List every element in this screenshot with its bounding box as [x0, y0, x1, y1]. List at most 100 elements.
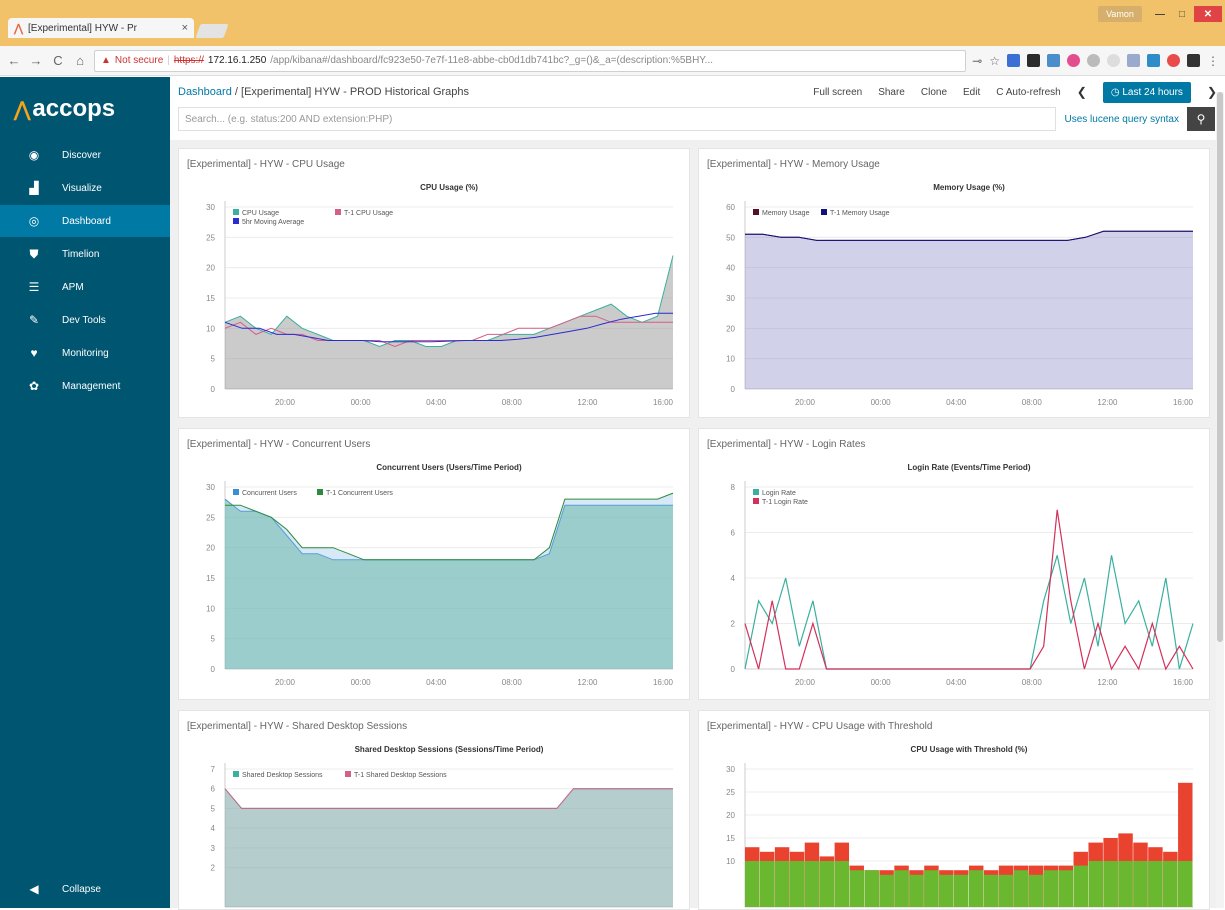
y-tick-label: 15: [206, 294, 215, 303]
search-input[interactable]: Search... (e.g. status:200 AND extension…: [178, 107, 1057, 131]
x-tick-label: 20:00: [275, 678, 296, 687]
bar: [894, 870, 909, 907]
close-window-icon[interactable]: ✕: [1194, 6, 1222, 22]
x-tick-label: 20:00: [795, 678, 816, 687]
bar: [909, 874, 924, 907]
panel-title: [Experimental] - HYW - Shared Desktop Se…: [187, 721, 408, 732]
sidebar-item-label: Visualize: [62, 182, 102, 194]
sidebar-item-monitoring[interactable]: ♥ Monitoring: [0, 337, 170, 369]
sidebar-item-dev-tools[interactable]: ✎ Dev Tools: [0, 304, 170, 336]
extension-icon[interactable]: [1127, 54, 1140, 67]
menu-full-screen[interactable]: Full screen: [813, 87, 862, 98]
legend-swatch: [821, 209, 827, 215]
query-bar: Search... (e.g. status:200 AND extension…: [178, 107, 1215, 131]
menu-clone[interactable]: Clone: [921, 87, 947, 98]
y-tick-label: 20: [206, 544, 215, 553]
chart-title: Login Rate (Events/Time Period): [908, 463, 1031, 472]
extension-icon[interactable]: [1067, 54, 1080, 67]
dashboard-top-bar: Dashboard / [Experimental] HYW - PROD Hi…: [170, 77, 1225, 107]
extension-icon[interactable]: [1147, 54, 1160, 67]
reload-icon[interactable]: C: [50, 53, 66, 68]
y-tick-label: 3: [211, 844, 216, 853]
lucene-syntax-link[interactable]: Uses lucene query syntax: [1064, 114, 1179, 125]
extension-icon[interactable]: [1007, 54, 1020, 67]
brand-logo[interactable]: ⋀accops: [14, 95, 115, 123]
sidebar-item-timelion[interactable]: ⛊ Timelion: [0, 238, 170, 270]
tab-close-icon[interactable]: ×: [182, 22, 188, 34]
extension-icon[interactable]: [1167, 54, 1180, 67]
legend-label: Login Rate: [762, 490, 796, 497]
menu-auto-refresh[interactable]: C Auto-refresh: [996, 87, 1061, 98]
sidebar-item-label: Collapse: [62, 883, 101, 895]
bar: [819, 861, 835, 907]
panel-title: [Experimental] - HYW - Login Rates: [707, 439, 866, 450]
bar: [879, 874, 894, 907]
y-tick-label: 0: [211, 665, 216, 674]
new-tab-button[interactable]: [195, 24, 229, 38]
panel-cpu-threshold: [Experimental] - HYW - CPU Usage with Th…: [698, 710, 1210, 910]
bar: [969, 870, 984, 907]
x-tick-label: 12:00: [577, 398, 598, 407]
sidebar-item-apm[interactable]: ☰ APM: [0, 271, 170, 303]
time-picker-button[interactable]: ◷ Last 24 hours: [1102, 81, 1191, 103]
y-tick-label: 30: [726, 765, 735, 774]
sidebar-item-visualize[interactable]: ▟ Visualize: [0, 172, 170, 204]
breadcrumb: Dashboard / [Experimental] HYW - PROD Hi…: [178, 86, 469, 98]
x-tick-label: 08:00: [1022, 398, 1043, 407]
menu-share[interactable]: Share: [878, 87, 905, 98]
menu-edit[interactable]: Edit: [963, 87, 980, 98]
extension-icon[interactable]: [1107, 54, 1120, 67]
forward-icon[interactable]: →: [28, 53, 44, 68]
panel-title: [Experimental] - HYW - Concurrent Users: [187, 439, 371, 450]
minimize-icon[interactable]: —: [1150, 6, 1170, 22]
x-tick-label: 08:00: [502, 678, 523, 687]
series-line: [744, 555, 1194, 670]
sidebar-item-dashboard[interactable]: ◎ Dashboard: [0, 205, 170, 237]
window-user-badge[interactable]: Vamon: [1098, 6, 1142, 22]
breadcrumb-dashboard-link[interactable]: Dashboard: [178, 86, 232, 98]
x-tick-label: 12:00: [577, 678, 598, 687]
y-tick-label: 4: [211, 824, 216, 833]
legend-label: Shared Desktop Sessions: [242, 772, 323, 779]
legend-swatch: [233, 218, 239, 224]
sidebar-collapse[interactable]: ◀ Collapse: [0, 873, 170, 905]
dashboard-grid: [Experimental] - HYW - CPU Usage CPU Usa…: [170, 140, 1218, 910]
shield-icon: ⛊: [29, 246, 39, 261]
dashboard-icon: ◎: [28, 214, 40, 228]
browser-tab[interactable]: ⋀ [Experimental] HYW - Pr ×: [8, 18, 194, 38]
back-icon[interactable]: ←: [6, 53, 22, 68]
y-tick-label: 60: [726, 203, 735, 212]
sidebar-item-discover[interactable]: ◉ Discover: [0, 139, 170, 171]
panel-shared-desktop-sessions: [Experimental] - HYW - Shared Desktop Se…: [178, 710, 690, 910]
maximize-icon[interactable]: □: [1172, 6, 1192, 22]
chart-title: CPU Usage with Threshold (%): [911, 745, 1028, 754]
x-tick-label: 04:00: [946, 678, 967, 687]
compass-icon: ◉: [28, 148, 40, 162]
security-status: Not secure: [114, 55, 164, 66]
tab-title: [Experimental] HYW - Pr: [28, 22, 137, 34]
search-icon[interactable]: ⚲: [1187, 107, 1215, 131]
chart-title: CPU Usage (%): [420, 183, 478, 192]
y-tick-label: 6: [731, 529, 736, 538]
y-tick-label: 15: [206, 574, 215, 583]
browser-menu-icon[interactable]: ⋮: [1207, 54, 1219, 68]
legend-swatch: [233, 489, 239, 495]
key-icon[interactable]: ⊸: [972, 54, 982, 68]
sidebar-item-label: Dev Tools: [62, 314, 106, 326]
scrollbar-thumb[interactable]: [1217, 92, 1223, 642]
shared-sessions-chart: Shared Desktop Sessions (Sessions/Time P…: [211, 745, 673, 908]
series-area: [225, 493, 673, 669]
panel-concurrent-users: [Experimental] - HYW - Concurrent Users …: [178, 428, 690, 700]
sidebar-item-management[interactable]: ✿ Management: [0, 370, 170, 402]
bookmark-star-icon[interactable]: ☆: [989, 54, 1000, 68]
apm-icon: ☰: [28, 280, 40, 294]
url-input[interactable]: ▲ Not secure | https://172.16.1.250/app/…: [94, 49, 967, 72]
extension-icon[interactable]: [1087, 54, 1100, 67]
extension-icon[interactable]: [1027, 54, 1040, 67]
home-icon[interactable]: ⌂: [72, 53, 88, 68]
series-line: [744, 509, 1194, 671]
time-prev-icon[interactable]: ❮: [1077, 85, 1087, 99]
series-area: [225, 788, 673, 907]
extension-icon[interactable]: [1187, 54, 1200, 67]
extension-icon[interactable]: [1047, 54, 1060, 67]
